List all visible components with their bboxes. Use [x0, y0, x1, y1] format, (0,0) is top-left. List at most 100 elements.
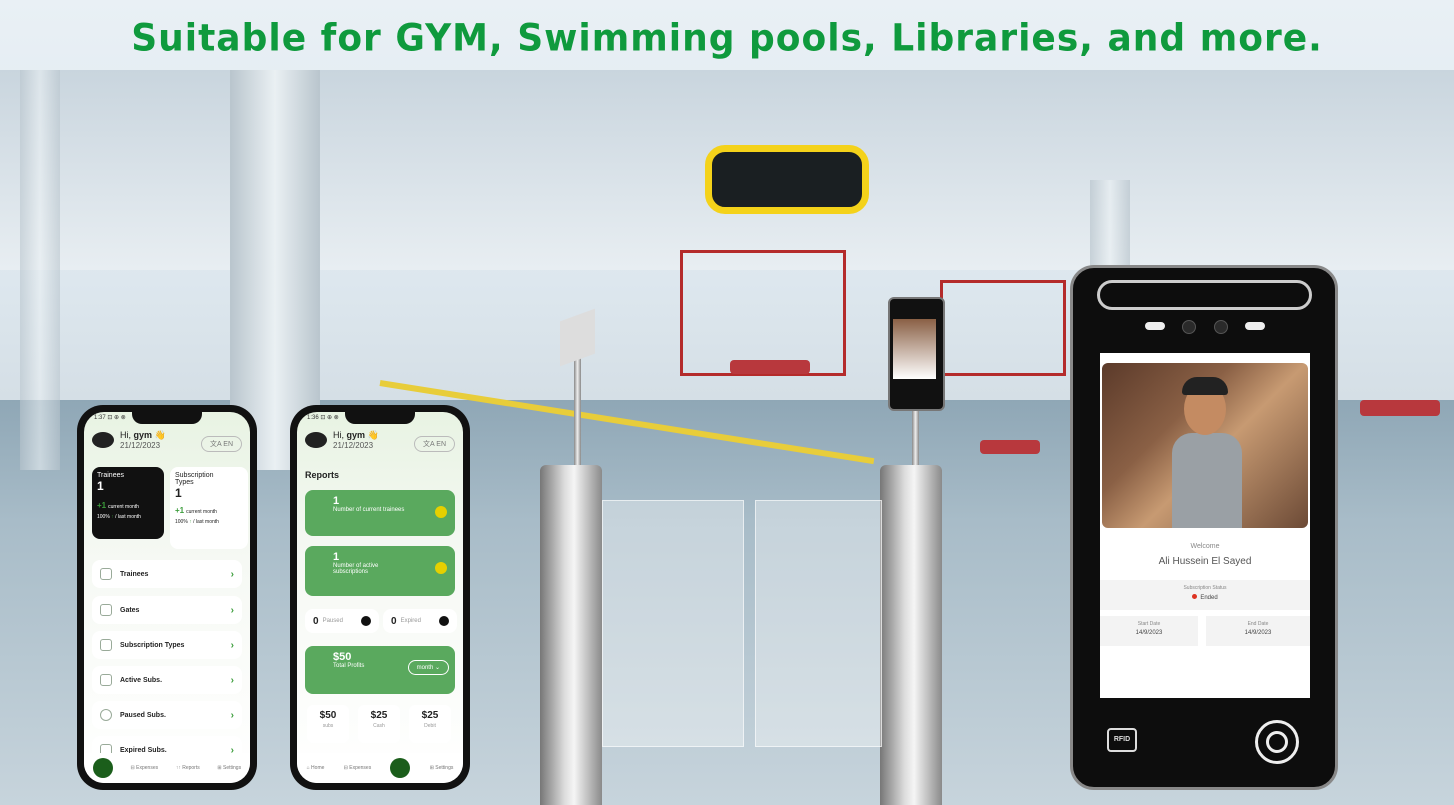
gate-post-left: [540, 465, 602, 805]
trainees-pct-label: / last month: [115, 514, 141, 520]
notch: [132, 412, 202, 424]
subscription-types-delta-label: current month: [186, 509, 217, 515]
menu-item-subscription-types[interactable]: Subscription Types ›: [92, 631, 242, 659]
profits-card: $50 Total Profits month ⌄: [305, 646, 455, 694]
chevron-right-icon: ›: [230, 568, 234, 580]
gate-glass-right: [755, 500, 882, 747]
chevron-right-icon: ›: [230, 604, 234, 616]
date: 21/12/2023: [120, 441, 161, 450]
debit-profit-cell: $25 Debit: [409, 705, 451, 743]
sensor-icon: [1245, 322, 1265, 330]
wave-icon: 👋: [154, 430, 166, 440]
chevron-right-icon: ›: [230, 639, 234, 651]
status-bar: 1:37 ⊡ ⊕ ⊗: [94, 415, 126, 421]
gym-rack: [680, 250, 846, 376]
debit-profit-value: $25: [421, 710, 439, 721]
start-date-value: 14/9/2023: [1135, 630, 1163, 636]
trainees-stat-card[interactable]: Trainees 1 +1 current month 100% ↑ / las…: [92, 467, 164, 539]
start-date-label: Start Date: [1137, 621, 1161, 627]
gate-mini-terminal: [888, 297, 945, 411]
period-dropdown[interactable]: month ⌄: [407, 660, 449, 675]
subscription-status-box: Subscription Status Ended: [1100, 580, 1310, 610]
expenses-nav-button[interactable]: ⊟ Expenses: [131, 765, 159, 771]
subscription-types-value: 1: [175, 486, 182, 500]
arrow-up-icon: ↑: [111, 514, 114, 520]
subscription-types-icon: [100, 639, 112, 651]
phone-home-screen: 1:37 ⊡ ⊕ ⊗ Hi, gym 👋 21/12/2023 文A EN Tr…: [84, 412, 250, 783]
chevron-right-icon[interactable]: [435, 506, 447, 518]
rfid-icon: RFID: [1107, 728, 1137, 752]
settings-icon: ⊞: [429, 765, 434, 771]
expenses-nav-button[interactable]: ⊟ Expenses: [344, 765, 372, 771]
trainees-report-card[interactable]: 1 Number of current trainees: [305, 490, 455, 536]
expenses-icon: ⊟: [343, 765, 348, 771]
greeting: Hi, gym 👋: [120, 430, 166, 440]
subs-profit-value: $50: [319, 710, 337, 721]
expired-counter[interactable]: 0 Expired: [383, 609, 457, 633]
cash-profit-cell: $25 Cash: [358, 705, 400, 743]
settings-nav-button[interactable]: ⊞ Settings: [217, 765, 241, 771]
trainees-report-label: Number of current trainees: [333, 507, 405, 513]
cash-profit-label: Cash: [373, 723, 385, 729]
gym-logo-icon: [92, 432, 114, 448]
reports-icon: ↑↑: [175, 765, 181, 771]
menu-item-active-subs[interactable]: Active Subs. ›: [92, 666, 242, 694]
menu-label: Subscription Types: [120, 641, 185, 649]
camera-lens-icon: [1182, 320, 1196, 334]
expired-label: Expired: [400, 618, 421, 624]
debit-profit-label: Debit: [424, 723, 436, 729]
gate-post-right: [880, 465, 942, 805]
start-date-box: Start Date 14/9/2023: [1100, 616, 1198, 646]
gate-mini-screen: [893, 319, 936, 379]
home-nav-button[interactable]: [92, 758, 113, 778]
welcome-text: Welcome: [1190, 543, 1220, 550]
gym-rack: [940, 280, 1066, 376]
subscription-types-label-1: Subscription: [175, 472, 214, 479]
end-date-box: End Date 14/9/2023: [1206, 616, 1310, 646]
settings-nav-button[interactable]: ⊞ Settings: [430, 765, 454, 771]
settings-icon: ⊞: [217, 765, 222, 771]
trainees-pct: 100%: [97, 514, 110, 520]
subscription-status-label: Subscription Status: [1183, 585, 1227, 591]
phone-home: 1:37 ⊡ ⊕ ⊗ Hi, gym 👋 21/12/2023 文A EN Tr…: [77, 405, 257, 790]
menu-item-trainees[interactable]: Trainees ›: [92, 560, 242, 588]
paused-value: 0: [313, 615, 319, 627]
paused-counter[interactable]: 0 Paused: [305, 609, 379, 633]
reports-nav-button[interactable]: [390, 758, 411, 778]
fingerprint-sensor-icon: [1255, 720, 1299, 764]
menu-item-paused-subs[interactable]: Paused Subs. ›: [92, 701, 242, 729]
menu-label: Trainees: [120, 570, 149, 578]
chevron-right-icon[interactable]: [435, 562, 447, 574]
bottom-nav: ⊟ Expenses ↑↑ Reports ⊞ Settings: [84, 753, 250, 783]
end-date-label: End Date: [1247, 621, 1269, 627]
gym-bench: [1360, 400, 1440, 416]
ceiling-light-ring: [705, 145, 869, 214]
end-date-value: 14/9/2023: [1244, 630, 1272, 636]
gym-bench: [730, 360, 810, 374]
reports-nav-button[interactable]: ↑↑ Reports: [176, 765, 200, 771]
home-nav-button[interactable]: ⌂ Home: [307, 765, 325, 771]
subscription-types-pct-label: / last month: [193, 519, 219, 525]
status-dot-icon: [1192, 594, 1198, 599]
subscription-types-delta: +1: [175, 506, 185, 515]
menu-item-gates[interactable]: Gates ›: [92, 596, 242, 624]
subscriptions-report-label-2: subscriptions: [333, 569, 369, 575]
expenses-icon: ⊟: [130, 765, 135, 771]
chevron-right-icon: ›: [230, 674, 234, 686]
trainees-report-value: 1: [333, 495, 340, 507]
sensor-icon: [1145, 322, 1165, 330]
terminal-screen: Welcome Ali Hussein El Sayed Subscriptio…: [1100, 353, 1310, 698]
subscription-types-pct: 100%: [175, 519, 188, 525]
phone-reports: 1:36 ⊡ ⊕ ⊗ Hi, gym 👋 21/12/2023 文A EN Re…: [290, 405, 470, 790]
subscriptions-report-value: 1: [333, 551, 340, 563]
status-bar: 1:36 ⊡ ⊕ ⊗: [307, 415, 339, 421]
terminal-light-bar: [1097, 280, 1312, 310]
date: 21/12/2023: [333, 441, 374, 450]
subs-profit-label: subs: [322, 723, 334, 729]
header: Hi, gym 👋 21/12/2023: [92, 430, 166, 450]
language-button[interactable]: 文A EN: [414, 436, 455, 452]
subscription-types-stat-card[interactable]: Subscription Types 1 +1 current month 10…: [170, 467, 248, 549]
gate-glass-left: [602, 500, 744, 747]
language-button[interactable]: 文A EN: [201, 436, 242, 452]
subscriptions-report-card[interactable]: 1 Number of active subscriptions: [305, 546, 455, 596]
